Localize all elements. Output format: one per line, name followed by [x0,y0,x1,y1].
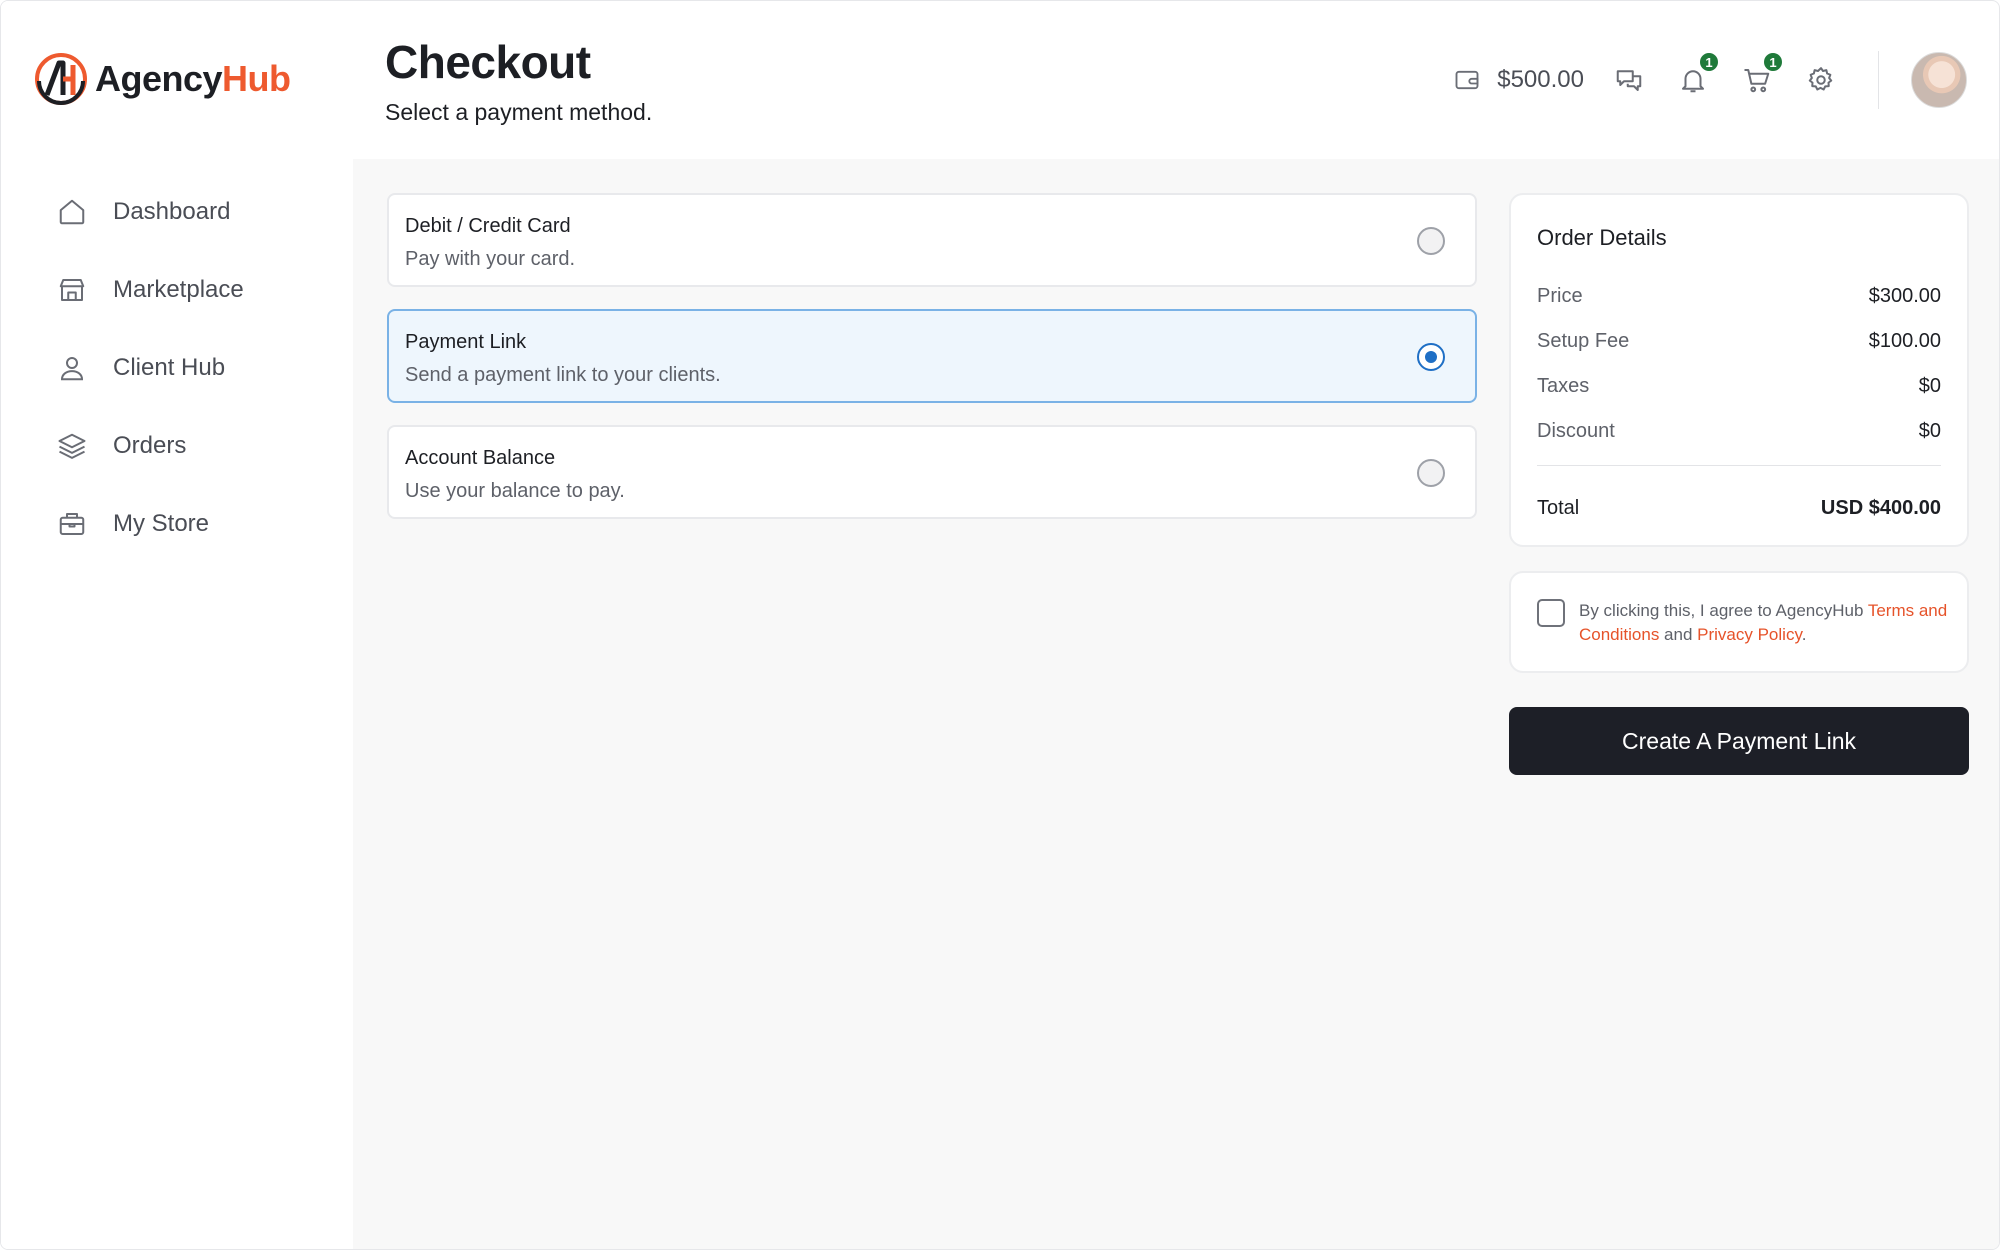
cart-button[interactable]: 1 [1740,51,1784,97]
payment-option-radio[interactable] [1417,227,1445,255]
payment-option-description: Send a payment link to your clients. [405,364,721,386]
sidebar-item-label: Orders [113,432,187,459]
order-row-setup-fee: Setup Fee $100.00 [1537,330,1941,353]
checkout-main: Debit / Credit Card Pay with your card. … [353,159,1999,1249]
payment-option-link[interactable]: Payment Link Send a payment link to your… [387,309,1477,403]
agencyhub-logo-icon [35,53,87,105]
payment-option-balance[interactable]: Account Balance Use your balance to pay. [387,425,1477,519]
payment-option-radio[interactable] [1417,343,1445,371]
notifications-badge: 1 [1698,51,1720,73]
cart-badge: 1 [1762,51,1784,73]
sidebar-item-marketplace[interactable]: Marketplace [57,251,244,329]
order-details-card: Order Details Price $300.00 Setup Fee $1… [1509,193,1969,547]
order-row-label: Setup Fee [1537,330,1630,352]
store-icon [59,279,85,301]
order-row-value: $300.00 [1868,285,1941,307]
payment-option-description: Use your balance to pay. [405,480,625,502]
sidebar-item-label: Client Hub [113,354,226,381]
payment-option-radio[interactable] [1417,459,1445,487]
sidebar-item-client-hub[interactable]: Client Hub [57,329,244,407]
order-row-value: $0 [1918,375,1941,397]
top-toolbar: $500.00 1 1 [1453,51,1967,109]
order-row-value: $100.00 [1868,330,1941,352]
notifications-button[interactable]: 1 [1676,51,1720,97]
settings-button[interactable] [1804,63,1838,97]
user-avatar[interactable] [1911,52,1967,108]
briefcase-icon [59,513,85,535]
order-divider [1537,465,1941,466]
terms-agreement-card: By clicking this, I agree to AgencyHub T… [1509,571,1969,673]
payment-option-description: Pay with your card. [405,248,576,270]
layers-icon [58,433,86,459]
payment-option-card[interactable]: Debit / Credit Card Pay with your card. [387,193,1477,287]
brand-logo[interactable]: AgencyHub [33,51,291,107]
brand-name-part1: Agency [95,58,223,99]
messages-button[interactable] [1612,63,1646,97]
payment-option-title: Debit / Credit Card [405,215,571,237]
terms-checkbox[interactable] [1537,599,1565,627]
order-row-total: Total USD $400.00 [1537,497,1941,520]
order-total-label: Total [1537,497,1580,519]
sidebar-item-orders[interactable]: Orders [57,407,244,485]
sidebar: AgencyHub Dashboard Marketplace Client H… [1,1,353,1249]
gear-icon [1808,67,1833,91]
page-title: Checkout [385,36,591,88]
wallet-icon [1455,70,1479,90]
wallet-balance-value: $500.00 [1497,66,1584,93]
app-window: AgencyHub Dashboard Marketplace Client H… [0,0,2000,1250]
sidebar-item-label: Dashboard [113,198,231,225]
brand-name: AgencyHub [95,58,291,100]
sidebar-nav: Dashboard Marketplace Client Hub Orders … [57,173,244,563]
order-row-taxes: Taxes $0 [1537,375,1941,398]
sidebar-item-my-store[interactable]: My Store [57,485,244,563]
wallet-balance[interactable]: $500.00 [1453,66,1584,94]
sidebar-item-dashboard[interactable]: Dashboard [57,173,244,251]
order-row-discount: Discount $0 [1537,420,1941,443]
order-row-label: Price [1537,285,1583,307]
order-row-label: Taxes [1537,375,1590,397]
terms-prefix: By clicking this, I agree to AgencyHub [1579,601,1868,620]
payment-option-title: Account Balance [405,447,556,469]
brand-name-part2: Hub [222,58,291,99]
order-row-value: $0 [1918,420,1941,442]
privacy-link[interactable]: Privacy Policy [1697,625,1802,644]
create-payment-link-button[interactable]: Create A Payment Link [1509,707,1969,775]
toolbar-divider [1878,51,1879,109]
order-details-heading: Order Details [1537,225,1667,250]
order-total-value: USD $400.00 [1820,497,1941,519]
chat-icon [1616,70,1642,91]
home-icon [59,199,85,225]
payment-option-title: Payment Link [405,331,527,353]
page-subtitle: Select a payment method. [385,99,653,125]
terms-suffix: . [1801,625,1807,644]
terms-text: By clicking this, I agree to AgencyHub T… [1579,599,1949,647]
sidebar-item-label: My Store [113,510,210,537]
user-icon [60,357,84,381]
terms-middle: and [1659,625,1698,644]
order-row-price: Price $300.00 [1537,285,1941,308]
sidebar-item-label: Marketplace [113,276,244,303]
order-row-label: Discount [1537,420,1615,442]
